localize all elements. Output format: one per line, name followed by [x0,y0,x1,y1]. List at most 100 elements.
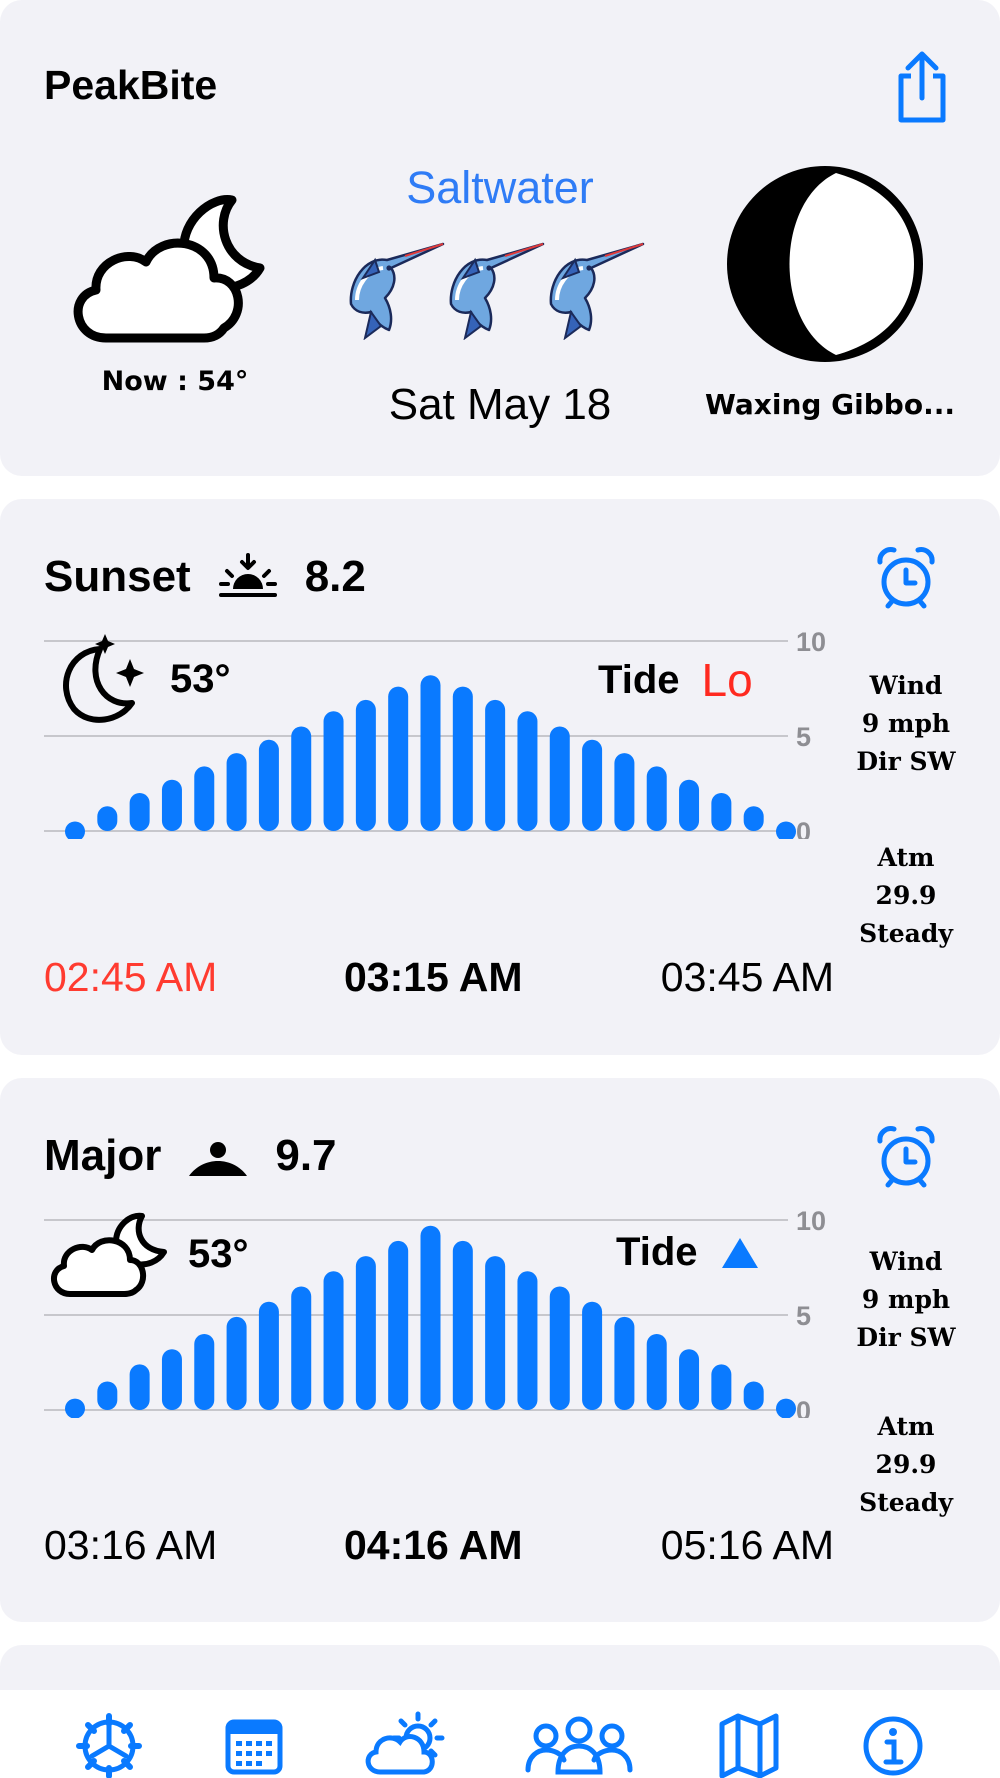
bite-bar [452,1240,473,1410]
period-start-time: 02:45 AM [44,954,218,1000]
period-time-range: 02:45 AM 03:15 AM 03:45 AM [44,954,834,1004]
bite-bar [679,779,700,831]
bite-bar [776,821,796,839]
bite-bar [226,1316,247,1410]
bite-bar [258,1301,279,1410]
bite-bar [776,1398,796,1418]
bite-bar [485,1256,506,1410]
bite-bar [646,1334,667,1410]
bite-bar [323,1271,344,1410]
bite-bar [582,739,603,831]
wind-direction: Dir SW [856,1323,956,1352]
weather-icon [365,1711,445,1775]
bite-bar [226,753,247,831]
bite-bar [452,686,473,831]
y-tick-label: 10 [796,627,826,657]
period-time-range: 03:16 AM 04:16 AM 05:16 AM [44,1522,834,1572]
bite-bar [711,1364,732,1410]
share-icon[interactable] [893,50,951,124]
bite-bar [258,739,279,831]
pressure-stat: Atm 29.9 Steady [840,1408,972,1522]
bite-bar [129,793,150,831]
alarm-icon[interactable] [876,546,936,610]
tide-label: Tide [598,657,680,702]
period-peak-time: 04:16 AM [344,1522,523,1568]
pressure-stat: Atm 29.9 Steady [840,839,972,953]
tab-info[interactable] [862,1708,924,1778]
period-header: Major 9.7 [44,1130,337,1182]
y-tick-label: 5 [796,722,811,752]
info-icon [863,1716,923,1776]
period-score: 8.2 [304,552,366,601]
moon-phase-label: Waxing Gibbo... [705,388,955,421]
tide-indicator: Tide [616,1230,760,1275]
period-name: Sunset [44,552,191,601]
tab-calendar[interactable] [224,1708,284,1778]
bite-bar [194,1334,215,1410]
selected-date[interactable]: Sat May 18 [350,380,650,430]
bite-bar [420,1225,441,1410]
bite-bar [291,1286,312,1410]
bite-bar [355,699,376,831]
wind-label: Wind [869,1247,943,1276]
moon-phase-icon [727,166,923,362]
tab-weather[interactable] [362,1708,448,1778]
y-tick-label: 10 [796,1206,826,1236]
period-card-major[interactable]: Major 9.7 10 5 0 53° Tide Wind 9 mph Dir S… [0,1078,1000,1622]
pressure-label: Atm [877,843,935,872]
bite-bar [97,1381,118,1410]
pressure-value: 29.9 [875,881,937,910]
summary-card: PeakBite Now : 54° Saltwater Sat May 18 [0,0,1000,476]
tab-settings[interactable] [76,1708,142,1778]
tab-community[interactable] [524,1708,634,1778]
bite-bar [485,699,506,831]
bite-bar [65,1398,85,1418]
tab-map[interactable] [718,1708,780,1778]
fish-rating [348,242,645,340]
water-mode-selector[interactable]: Saltwater [350,162,650,214]
settings-gear-icon [76,1713,142,1778]
clear-night-icon [63,634,144,723]
y-tick-label: 0 [796,1396,811,1418]
period-temperature: 53° [188,1232,249,1276]
bite-bar [161,1349,182,1410]
bite-bar [646,766,667,831]
tab-bar [0,1690,1000,1778]
pressure-value: 29.9 [875,1450,937,1479]
bite-bar [65,821,85,839]
wind-label: Wind [869,671,943,700]
pressure-trend: Steady [859,1488,953,1517]
fish-icon-1 [348,242,445,340]
bite-bar [161,779,182,831]
pressure-label: Atm [877,1412,935,1441]
period-card-sunset[interactable]: Sunset 8.2 10 5 0 53° Tide Lo Wind 9 mph D… [0,499,1000,1055]
bite-bar [743,806,764,831]
bite-bar [549,1286,570,1410]
bite-bar [323,711,344,831]
period-temperature: 53° [170,657,231,701]
alarm-icon[interactable] [876,1125,936,1189]
bite-bar [743,1381,764,1410]
wind-speed: 9 mph [861,1285,951,1314]
sunset-icon [218,553,277,597]
tide-rising-icon [721,1237,758,1268]
current-temperature: Now : 54° [101,366,249,397]
bite-bar [129,1364,150,1410]
bite-bar [582,1301,603,1410]
wind-stat: Wind 9 mph Dir SW [840,1243,972,1357]
bite-bar [355,1256,376,1410]
community-icon [525,1716,633,1775]
period-end-time: 03:45 AM [660,954,834,1000]
period-header: Sunset 8.2 [44,551,366,603]
moon-overhead-icon [189,1142,248,1176]
bite-bar [388,686,409,831]
bite-bar [388,1240,409,1410]
bite-bar [97,806,118,831]
period-end-time: 05:16 AM [660,1522,834,1568]
bite-bar [420,675,441,831]
bite-bar [614,1316,635,1410]
fish-icon-3 [548,242,645,340]
period-score: 9.7 [275,1131,337,1180]
bite-bar [291,726,312,831]
period-start-time: 03:16 AM [44,1522,218,1568]
